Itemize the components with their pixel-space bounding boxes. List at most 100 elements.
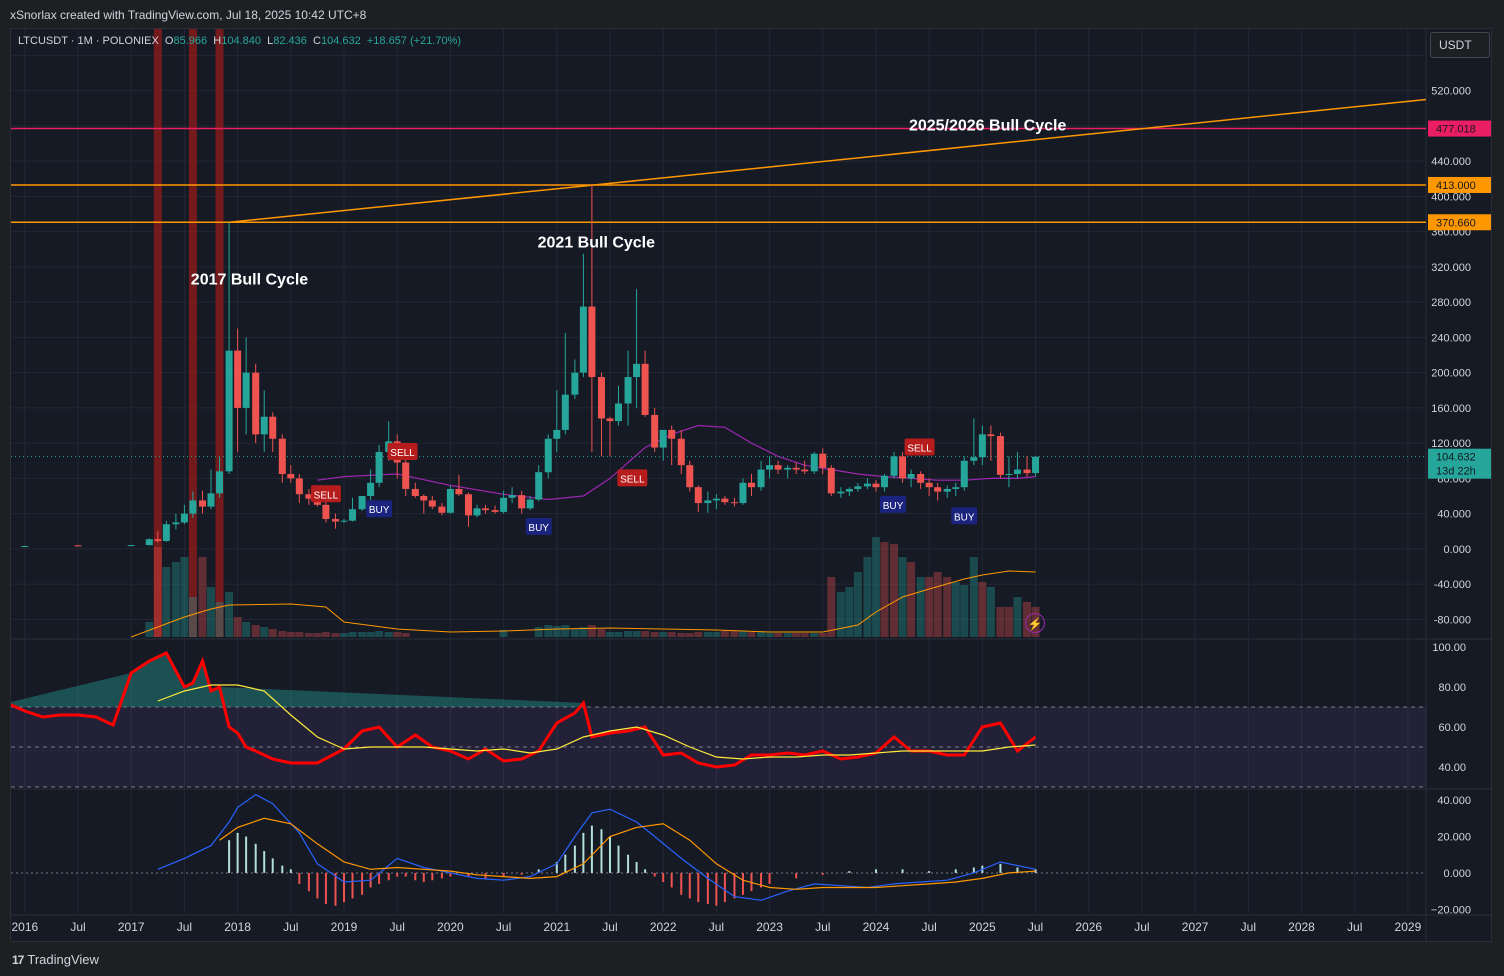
candle-body [145, 539, 153, 546]
buy-signal-label: BUY [369, 505, 390, 516]
candle-body [1005, 473, 1013, 475]
time-axis-tick: Jul [283, 920, 298, 934]
volume-bar [207, 587, 216, 637]
cycle-annotation: 2017 Bull Cycle [191, 272, 309, 289]
symbol-label[interactable]: LTCUSDT · 1M · POLONIEX [18, 35, 159, 47]
candle-body [207, 493, 215, 507]
candle-body [845, 488, 853, 492]
tradingview-brand: TradingView [27, 952, 99, 967]
volume-bar [242, 622, 251, 637]
volume-bar [800, 633, 809, 637]
candle-body [278, 438, 286, 474]
price-axis-tick: 40.000 [1437, 509, 1471, 521]
candle-body [624, 377, 632, 404]
rsi-axis-tick: 40.00 [1438, 762, 1466, 774]
currency-button[interactable]: USDT [1430, 32, 1490, 58]
low-value: 82.436 [273, 35, 307, 47]
volume-bar [677, 633, 686, 637]
candle-body [1013, 469, 1021, 474]
attribution-text: xSnorlax created with TradingView.com, J… [10, 8, 367, 22]
price-badge-text: 370.660 [1436, 217, 1476, 229]
volume-bar [853, 572, 862, 637]
time-axis-tick: 2021 [543, 920, 570, 934]
volume-bar [659, 632, 668, 637]
volume-bar [694, 632, 703, 637]
tradingview-logo[interactable]: 17 TradingView [12, 952, 99, 967]
price-axis-tick: 440.000 [1431, 156, 1471, 168]
price-axis-tick: -80.000 [1434, 614, 1471, 626]
volume-bar [757, 632, 766, 637]
time-axis-tick: Jul [1241, 920, 1256, 934]
candle-body [216, 471, 224, 494]
candle-body [455, 488, 463, 495]
candle-body [863, 483, 871, 487]
candle-body [340, 520, 348, 522]
candle-body [907, 473, 915, 479]
macd-axis-tick: −20.000 [1431, 904, 1471, 916]
volume-bar [171, 562, 180, 637]
candle-body [349, 509, 357, 521]
volume-bar [260, 627, 269, 637]
candle-body [269, 416, 277, 439]
volume-bar [774, 633, 783, 637]
moving-average-line [317, 424, 1036, 501]
candle-body [438, 506, 446, 513]
price-axis-tick: 240.000 [1431, 332, 1471, 344]
chart-svg[interactable]: 2017 Bull Cycle 2021 Bull Cycle 2025/2026 … [6, 29, 1492, 941]
volume-bar [730, 631, 739, 637]
red-highlight-band [153, 29, 162, 637]
candle-body [730, 502, 738, 504]
candle-body [252, 372, 260, 435]
candle-body [428, 500, 436, 507]
volume-bar [933, 572, 942, 637]
time-axis-tick: 2026 [1075, 920, 1102, 934]
chart-container[interactable]: 2017 Bull Cycle 2021 Bull Cycle 2025/2026 … [6, 28, 1492, 942]
price-axis-tick: 280.000 [1431, 297, 1471, 309]
candle-body [996, 436, 1004, 475]
volume-bar [561, 625, 570, 637]
volume-bar [738, 631, 747, 637]
time-axis-tick: 2019 [331, 920, 358, 934]
volume-bar [605, 632, 614, 637]
time-axis-tick: 2025 [969, 920, 996, 934]
time-axis-tick: Jul [815, 920, 830, 934]
volume-bar [783, 633, 792, 637]
red-highlight-band [188, 29, 197, 637]
volume-bar [295, 632, 304, 637]
rsi-overbought-fill [6, 653, 584, 707]
candle-body [446, 488, 454, 513]
volume-bar [570, 629, 579, 637]
candle-body [739, 482, 747, 504]
candle-body [402, 462, 410, 489]
volume-bar [331, 633, 340, 637]
lightning-icon[interactable]: ⚡ [1025, 613, 1045, 633]
time-axis-tick: Jul [177, 920, 192, 934]
time-axis-tick: Jul [921, 920, 936, 934]
candle-body [518, 495, 526, 509]
macd-line [219, 817, 1036, 890]
volume-bar [587, 625, 596, 637]
volume-bar [890, 544, 899, 637]
candle-body [810, 453, 818, 472]
volume-bar [792, 633, 801, 637]
volume-bar [313, 633, 322, 637]
candle-body [172, 522, 180, 525]
candle-body [561, 394, 569, 430]
time-axis-tick: Jul [709, 920, 724, 934]
time-axis-tick: 2022 [650, 920, 677, 934]
candle-body [1023, 469, 1031, 474]
price-axis-tick: 160.000 [1431, 403, 1471, 415]
candle-body [473, 508, 481, 516]
volume-bar [268, 629, 277, 637]
time-axis-tick: 2023 [756, 920, 783, 934]
candle-body [553, 429, 561, 439]
time-axis-tick: 2018 [224, 920, 251, 934]
volume-bar [544, 625, 553, 637]
rsi-axis-tick: 100.00 [1432, 642, 1466, 654]
change-value: +18.657 (+21.70%) [366, 35, 462, 47]
open-value: 85.966 [173, 35, 208, 47]
candle-body [614, 403, 622, 422]
candle-body [162, 524, 170, 541]
candle-body [21, 545, 29, 547]
candle-body [837, 491, 845, 494]
